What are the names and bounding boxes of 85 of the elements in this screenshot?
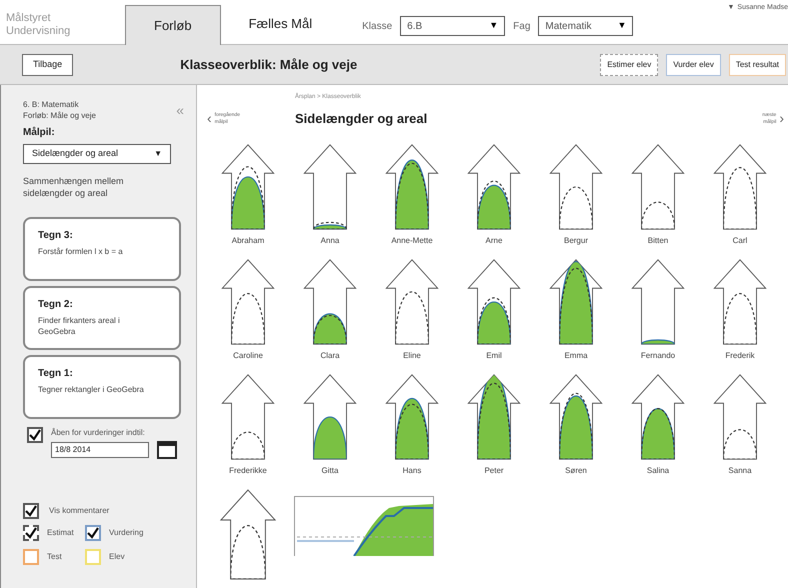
goal-description: Sammenhængen mellem sidelængder og areal [23, 175, 125, 199]
checkbox[interactable] [23, 525, 39, 541]
app-logo: Målstyret Undervisning [5, 12, 72, 39]
calendar-icon[interactable] [157, 441, 177, 459]
student-name: Arne [486, 235, 502, 247]
progress-arrow-icon [219, 143, 277, 231]
progress-arrow-icon [629, 373, 687, 461]
progress-arrow-icon [383, 258, 441, 346]
progress-arrow-icon [301, 373, 359, 461]
progress-arrow-icon [547, 258, 605, 346]
legend-label: Estimat [47, 527, 74, 539]
sign-title: Tegn 2: [38, 298, 74, 312]
dropdown[interactable]: Matematik ▼ [538, 16, 634, 36]
progress-arrow-icon [219, 258, 277, 346]
legend-label: Elev [109, 551, 125, 563]
student-name: Hans [402, 465, 422, 477]
checkbox[interactable] [23, 549, 39, 565]
student-name: Clara [320, 350, 340, 362]
student-name: Caroline [233, 350, 263, 362]
sign-card[interactable]: Tegn 2: Finder firkanters areal i GeoGebra [23, 286, 181, 350]
course-info: 6. B: Matematik Forløb: Måle og veje [23, 99, 96, 121]
checkbox[interactable] [85, 525, 101, 541]
student-name: Søren [565, 465, 587, 477]
goal-dropdown[interactable]: Sidelængder og areal ▼ [23, 144, 171, 164]
student-name: Eline [403, 350, 421, 362]
dropdown[interactable]: 6.B ▼ [400, 16, 506, 36]
student-name: Gitta [322, 465, 338, 477]
sign-title: Tegn 1: [38, 367, 74, 381]
student-name: Abraham [232, 235, 264, 247]
goal-title: Sidelængder og areal [295, 110, 428, 128]
student-name: Anne-Mette [391, 235, 433, 247]
student-name: Salina [646, 465, 670, 477]
student-name: Peter [484, 465, 504, 477]
progress-arrow-icon [711, 373, 769, 461]
sign-text: Forstår formlen l x b = a [38, 246, 124, 257]
progress-arrow-icon [547, 143, 605, 231]
nav-tab[interactable]: Forløb [125, 5, 221, 45]
sign-title: Tegn 3: [38, 229, 74, 243]
legend-label: Test [47, 551, 62, 563]
student-name: Sanna [728, 465, 752, 477]
progress-arrow-icon [547, 373, 605, 461]
progress-arrow-icon [711, 258, 769, 346]
action-button[interactable]: Vurder elev [666, 54, 721, 76]
progress-arrow-icon [465, 258, 523, 346]
date-field[interactable]: 18/8 2014 [51, 442, 149, 458]
goal-label: Målpil: [23, 126, 56, 140]
student-name: Bergur [564, 235, 588, 247]
student-name: Frederik [725, 350, 755, 362]
sign-card[interactable]: Tegn 3: Forstår formlen l x b = a [23, 217, 181, 281]
progress-arrow-icon [629, 143, 687, 231]
progress-arrow-icon [301, 143, 359, 231]
sign-card[interactable]: Tegn 1: Tegner rektangler i GeoGebra [23, 355, 181, 419]
student-name: Fernando [640, 350, 676, 362]
checkmark-icon [25, 505, 37, 517]
progress-arrow-icon [465, 143, 523, 231]
progress-arrow-icon [219, 373, 277, 461]
progress-arrow-icon [629, 258, 687, 346]
progress-arrow-icon [711, 143, 769, 231]
select-label: Klasse [362, 20, 392, 34]
progress-arrow-icon [219, 488, 277, 581]
checkbox[interactable] [23, 503, 39, 519]
action-button[interactable]: Estimer elev [600, 54, 658, 76]
progress-arrow-icon [383, 143, 441, 231]
checkbox[interactable] [27, 427, 43, 443]
student-name: Bitten [648, 235, 668, 247]
legend-label: Vurdering [109, 527, 144, 539]
student-name: Anna [320, 235, 340, 247]
checkmark-icon [25, 527, 37, 539]
checkmark-icon [29, 429, 41, 441]
page-title: Klasseoverblik: Måle og veje [180, 56, 358, 74]
student-name: Emma [564, 350, 588, 362]
progress-arrow-icon [301, 258, 359, 346]
progress-arrow-icon [383, 373, 441, 461]
checkbox-label: Åben for vurderinger indtil: [51, 427, 146, 439]
checkbox-label: Vis kommentarer [49, 505, 110, 517]
student-name: Emil [486, 350, 502, 362]
select-label: Fag [513, 20, 530, 34]
action-button[interactable]: Test resultat [728, 54, 786, 76]
sign-text: Finder firkanters areal i GeoGebra [38, 315, 121, 337]
student-name: Carl [732, 235, 748, 247]
student-name: Frederikke [229, 465, 267, 477]
checkmark-icon [87, 527, 99, 539]
progress-arrow-icon [465, 373, 523, 461]
back-button[interactable]: Tilbage [22, 54, 74, 76]
sign-text: Tegner rektangler i GeoGebra [38, 384, 145, 395]
